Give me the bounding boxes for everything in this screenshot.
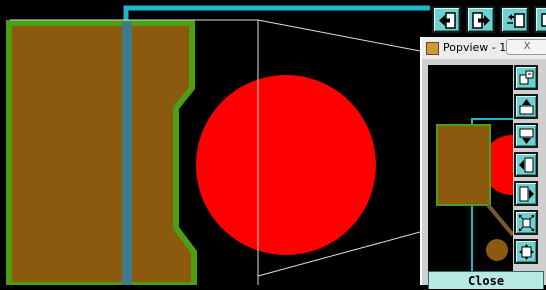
popview-title: Popview - 1 — [443, 41, 507, 54]
zoom-box-button[interactable] — [514, 65, 538, 90]
swap-boxes-icon — [507, 13, 525, 28]
arrow-right-out-box-icon — [472, 12, 490, 29]
zoom-box-icon — [519, 70, 534, 85]
copper-pour[interactable] — [6, 20, 197, 285]
preview-via — [486, 239, 508, 261]
move-left-button[interactable] — [432, 6, 461, 33]
popview-app-icon — [426, 42, 439, 55]
arrow-right-box-icon — [519, 186, 534, 202]
arrow-left-into-box-icon — [439, 12, 456, 29]
stack-button[interactable] — [534, 6, 546, 33]
zoom-down-button[interactable] — [514, 123, 538, 148]
zoom-in-button[interactable] — [514, 210, 538, 235]
swap-button[interactable] — [500, 6, 529, 33]
popview-close-x-button[interactable]: X — [506, 39, 546, 55]
arrow-down-box-icon — [519, 128, 534, 144]
move-right-button[interactable] — [466, 6, 495, 33]
popview-preview-canvas[interactable] — [428, 65, 513, 271]
zoom-up-button[interactable] — [514, 94, 538, 119]
pan-left-button[interactable] — [514, 152, 538, 177]
popview-close-button[interactable]: Close — [428, 271, 544, 289]
arrow-up-box-icon — [519, 99, 534, 115]
round-pad[interactable] — [196, 75, 376, 255]
zoom-out-button[interactable] — [514, 239, 538, 264]
arrow-left-box-icon — [519, 157, 534, 173]
pan-right-button[interactable] — [514, 181, 538, 206]
collapse-arrows-icon — [519, 244, 534, 260]
stacked-boxes-icon — [541, 13, 546, 27]
expand-arrows-icon — [518, 214, 535, 232]
popview-title-bar[interactable]: Popview - 1 X — [422, 37, 546, 59]
vertical-trace[interactable] — [122, 22, 132, 285]
popview-window[interactable]: Popview - 1 X Close — [420, 37, 546, 289]
preview-copper — [436, 124, 491, 206]
